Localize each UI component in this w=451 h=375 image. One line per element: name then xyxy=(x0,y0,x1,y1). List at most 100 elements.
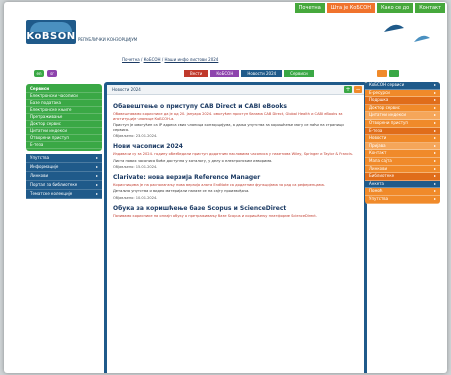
main-panel: Новости 2024 + − Обавештење о приступу C… xyxy=(104,82,367,373)
lang-sr[interactable]: sr xyxy=(47,70,57,77)
chevron-right-icon: ▸ xyxy=(433,112,436,118)
right-menu-item[interactable]: Линкови ▸ xyxy=(365,166,440,174)
chevron-right-icon: ▸ xyxy=(95,164,98,169)
chevron-right-icon: ▸ xyxy=(95,173,98,178)
top-nav-access[interactable]: Како се до xyxy=(376,3,414,13)
chevron-right-icon: ▸ xyxy=(95,182,98,187)
left-section-item[interactable]: Линкови ▸ xyxy=(26,172,102,181)
news-article-title[interactable]: Обука за коришћење базе Scopus и Science… xyxy=(113,205,358,212)
chevron-right-icon: ▸ xyxy=(433,180,436,186)
right-menu-item[interactable]: Отворени приступ ▸ xyxy=(365,120,440,128)
news-article: Обука за коришћење базе Scopus и Science… xyxy=(113,205,358,219)
chevron-right-icon: ▸ xyxy=(433,127,436,133)
news-article-highlight: Обавештавамо кориснике да је од 20. јану… xyxy=(113,112,343,121)
tab-services[interactable]: Сервиси xyxy=(284,70,314,77)
right-menu-label: Доктор сервис xyxy=(369,104,400,110)
expand-button[interactable]: + xyxy=(344,86,352,93)
top-nav-home[interactable]: Почетна xyxy=(294,3,325,13)
left-section-item[interactable]: Упутства ▸ xyxy=(26,154,102,163)
chevron-right-icon: ▸ xyxy=(433,165,436,171)
right-menu-label: Цитатни индекси xyxy=(369,112,406,118)
right-menu-item[interactable]: Упутства ▸ xyxy=(365,196,440,204)
chevron-right-icon: ▸ xyxy=(433,173,436,179)
quick-link-green[interactable] xyxy=(389,70,399,77)
left-section-label: Информације xyxy=(30,164,59,169)
chevron-right-icon: ▸ xyxy=(433,119,436,125)
chevron-right-icon: ▸ xyxy=(433,135,436,141)
page: Почетна Шта је КоБСОН Како се до Контакт… xyxy=(4,2,447,373)
news-article-title[interactable]: Обавештење о приступу CAB Direct и CABI … xyxy=(113,103,358,110)
right-menu-label: Библиотеке xyxy=(369,173,395,179)
left-section-item[interactable]: Тематске колекције ▸ xyxy=(26,190,102,199)
left-menu-title: Сервиси xyxy=(26,86,102,93)
right-menu-item[interactable]: Помоћ ▸ xyxy=(365,188,440,196)
main-panel-header: Новости 2024 + − xyxy=(107,85,364,95)
logo-text: KoBSON xyxy=(26,31,76,42)
right-menu-item[interactable]: Контакт ▸ xyxy=(365,150,440,158)
news-article-title[interactable]: Нови часописи 2024 xyxy=(113,143,358,150)
chevron-right-icon: ▸ xyxy=(95,155,98,160)
news-article-date: Објављено: 23.01.2024. xyxy=(113,134,158,139)
right-menu-label: Подршка xyxy=(369,97,389,103)
right-menu-label: Е-теза xyxy=(369,127,383,133)
left-menu-item[interactable]: Е-теза xyxy=(26,142,102,149)
collapse-button[interactable]: − xyxy=(354,86,362,93)
right-menu-label: Пријава xyxy=(369,142,386,148)
chevron-right-icon: ▸ xyxy=(433,157,436,163)
tab-kobson[interactable]: КоБСОН xyxy=(210,70,240,77)
news-article-highlight: Издавачи су за 2024. годину обезбедили п… xyxy=(113,151,354,156)
main-tabs: Вести КоБСОН Новости 2024 Сервиси xyxy=(184,70,314,77)
right-menu-item[interactable]: Библиотеке ▸ xyxy=(365,173,440,181)
left-menu-sections: Упутства ▸ Информације ▸ Линкови ▸ Портал з… xyxy=(26,154,102,199)
news-article-highlight: Корисницима је на располагању нова верзи… xyxy=(113,182,325,187)
chevron-right-icon: ▸ xyxy=(433,188,436,194)
news-article-date: Објављено: 10.01.2024. xyxy=(113,195,158,200)
top-nav-about[interactable]: Шта је КоБСОН xyxy=(326,3,375,13)
right-menu-item[interactable]: Мапа сајта ▸ xyxy=(365,158,440,166)
chevron-right-icon: ▸ xyxy=(433,89,436,95)
left-menu-item[interactable]: Базе података xyxy=(26,100,102,107)
right-menu-header[interactable]: КоБСОН сервиси ▸ xyxy=(365,82,440,90)
left-menu-item[interactable]: Доктор сервис xyxy=(26,121,102,128)
news-article-body: Детаљна упутства и видео материјали нала… xyxy=(113,189,250,194)
right-menu-item[interactable]: Е-ресурси ▸ xyxy=(365,90,440,98)
quick-link-orange[interactable] xyxy=(377,70,387,77)
breadcrumb-home[interactable]: Почетна xyxy=(122,57,140,62)
umbrella-icon xyxy=(384,24,404,32)
left-menu-item[interactable]: Цитатни индекси xyxy=(26,128,102,135)
right-menu-item[interactable]: Пријава ▸ xyxy=(365,142,440,151)
right-menu-item[interactable]: Новости ▸ xyxy=(365,135,440,143)
tab-news[interactable]: Вести xyxy=(184,70,209,77)
top-nav-contact[interactable]: Контакт xyxy=(415,3,445,13)
right-menu-label: Анкета xyxy=(369,180,385,186)
kobson-logo[interactable]: KoBSON xyxy=(26,20,76,44)
right-menu-item[interactable]: Е-теза ▸ xyxy=(365,127,440,136)
breadcrumb-kobson[interactable]: КоБСОН xyxy=(144,57,161,62)
left-menu-item[interactable]: Отворени приступ xyxy=(26,135,102,142)
main-panel-title: Новости 2024 xyxy=(112,87,141,92)
chevron-right-icon: ▸ xyxy=(433,195,436,201)
left-menu-item[interactable]: Претраживање xyxy=(26,114,102,121)
left-section-item[interactable]: Информације ▸ xyxy=(26,163,102,172)
chevron-right-icon: ▸ xyxy=(433,97,436,103)
left-section-label: Тематске колекције xyxy=(30,191,73,196)
right-menu-header[interactable]: Анкета ▸ xyxy=(365,180,440,189)
right-menu-item[interactable]: Подршка ▸ xyxy=(365,97,440,105)
chevron-right-icon: ▸ xyxy=(433,104,436,110)
left-section-label: Портал за библиотеке xyxy=(30,182,78,187)
right-menu-item[interactable]: Цитатни индекси ▸ xyxy=(365,112,440,120)
left-section-item[interactable]: Портал за библиотеке ▸ xyxy=(26,181,102,190)
tab-news-2024[interactable]: Новости 2024 xyxy=(241,70,283,77)
top-navigation: Почетна Шта је КоБСОН Како се до Контакт xyxy=(294,3,445,13)
news-article-title[interactable]: Clarivate: нова верзија Reference Manage… xyxy=(113,174,358,181)
right-menu-item[interactable]: Доктор сервис ▸ xyxy=(365,105,440,113)
right-menu-label: Контакт xyxy=(369,150,387,156)
news-article: Clarivate: нова верзија Reference Manage… xyxy=(113,174,358,201)
right-menu-label: Мапа сајта xyxy=(369,157,392,163)
left-menu-item[interactable]: Електронске књиге xyxy=(26,107,102,114)
breadcrumb-current[interactable]: Наши инфо листови 2024 xyxy=(164,57,218,62)
logo-subtitle: РЕПУБЛИЧКИ КОНЗОРЦИЈУМ xyxy=(78,37,138,42)
chevron-right-icon: ▸ xyxy=(95,191,98,196)
left-menu-item[interactable]: Електронски часописи xyxy=(26,93,102,100)
lang-en[interactable]: en xyxy=(34,70,44,77)
